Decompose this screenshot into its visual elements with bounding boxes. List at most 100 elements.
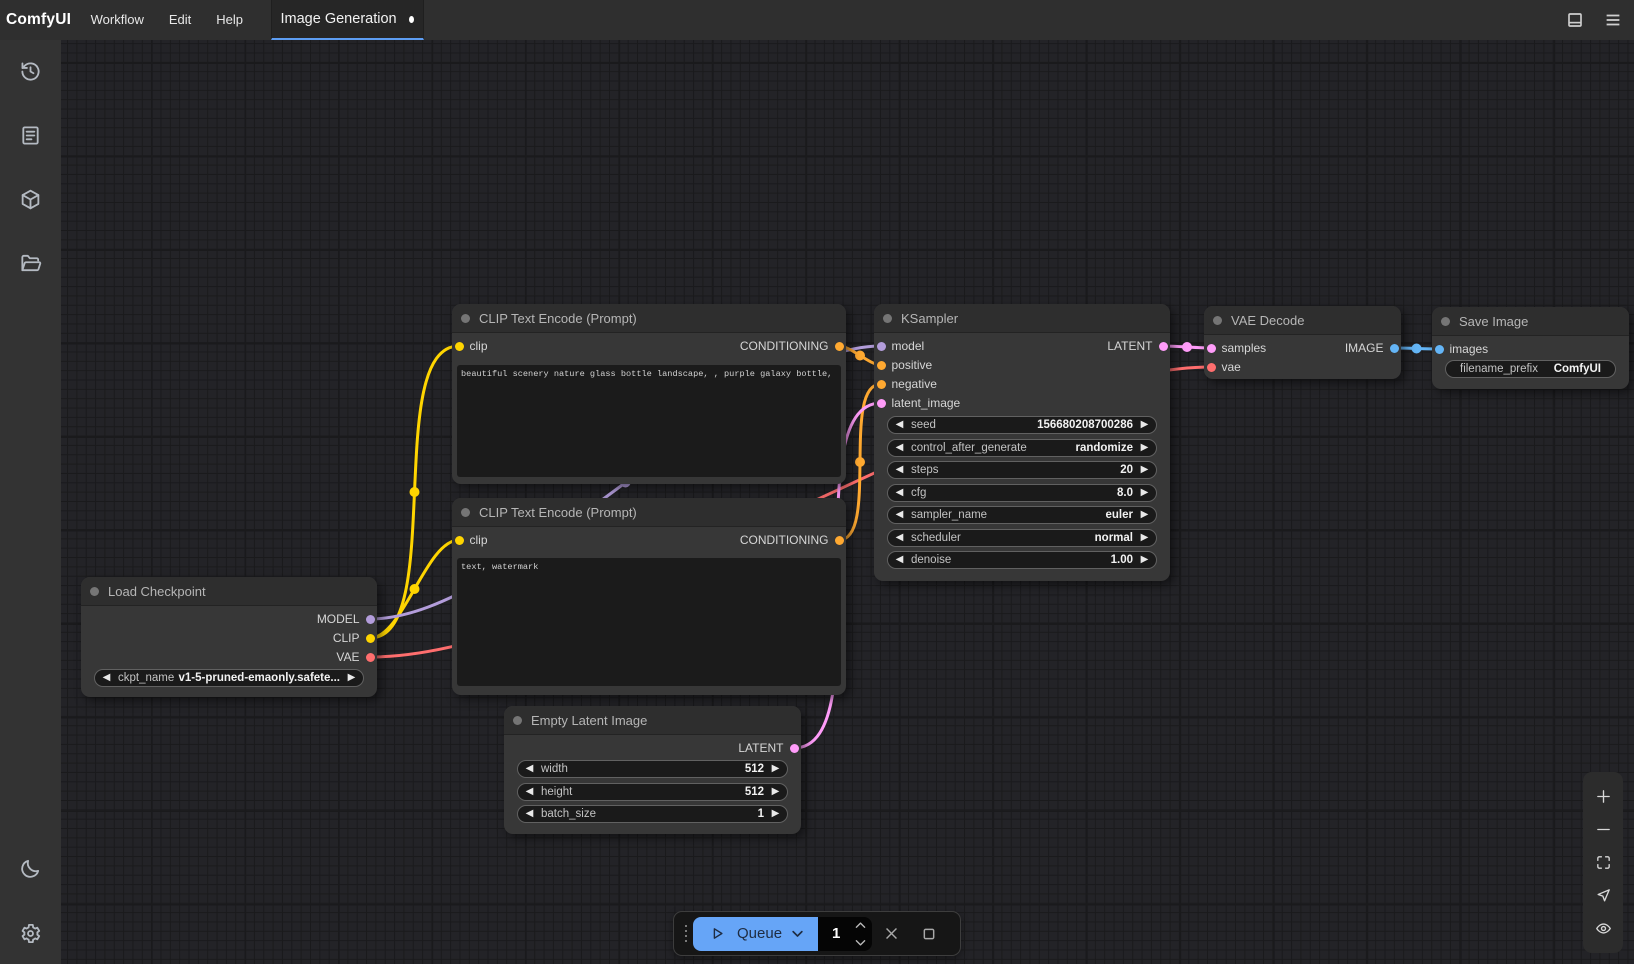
input-slot-positive[interactable]: positive xyxy=(877,358,933,372)
slot-dot[interactable] xyxy=(455,536,464,545)
prompt-textarea[interactable]: beautiful scenery nature glass bottle la… xyxy=(457,365,841,477)
widget-right-arrow-icon[interactable]: ▶ xyxy=(1133,416,1156,434)
theme-moon-icon[interactable] xyxy=(0,844,61,892)
panel-bottom-icon[interactable] xyxy=(1566,11,1584,29)
node-ksampler[interactable]: KSamplermodelpositivenegativelatent_imag… xyxy=(874,304,1170,581)
widget-cfg[interactable]: ◀cfg8.0▶ xyxy=(887,484,1157,502)
widget-denoise[interactable]: ◀denoise1.00▶ xyxy=(887,551,1157,569)
navigate-arrow-icon[interactable] xyxy=(1595,887,1612,904)
node-header[interactable]: Save Image xyxy=(1432,307,1629,336)
widget-right-arrow-icon[interactable]: ▶ xyxy=(1133,461,1156,479)
slot-dot[interactable] xyxy=(455,342,464,351)
node-header[interactable]: Load Checkpoint xyxy=(81,577,377,606)
zoom-in-icon[interactable] xyxy=(1595,788,1612,805)
slot-dot[interactable] xyxy=(1207,344,1216,353)
widget-left-arrow-icon[interactable]: ◀ xyxy=(888,506,911,524)
toggle-links-eye-icon[interactable] xyxy=(1595,920,1612,937)
output-slot-CLIP[interactable]: CLIP xyxy=(333,631,375,645)
slot-dot[interactable] xyxy=(1390,344,1399,353)
zoom-out-icon[interactable] xyxy=(1595,821,1612,838)
slot-dot[interactable] xyxy=(1159,342,1168,351)
input-slot-vae[interactable]: vae xyxy=(1207,360,1241,374)
input-slot-images[interactable]: images xyxy=(1435,342,1489,356)
slot-dot[interactable] xyxy=(366,653,375,662)
clear-x-icon[interactable] xyxy=(872,925,910,942)
node-clip-text-encode-negative[interactable]: CLIP Text Encode (Prompt) clip CONDITIONIN… xyxy=(452,498,846,695)
fit-view-icon[interactable] xyxy=(1595,854,1612,871)
widget-left-arrow-icon[interactable]: ◀ xyxy=(95,669,118,687)
slot-dot[interactable] xyxy=(366,615,375,624)
slot-dot[interactable] xyxy=(877,342,886,351)
node-library-icon[interactable] xyxy=(0,111,61,159)
drag-handle-dots[interactable] xyxy=(679,925,693,943)
widget-scheduler[interactable]: ◀schedulernormal▶ xyxy=(887,529,1157,547)
menu-icon[interactable] xyxy=(1604,11,1622,29)
output-slot-VAE[interactable]: VAE xyxy=(336,650,374,664)
widget-left-arrow-icon[interactable]: ◀ xyxy=(518,760,541,778)
node-header[interactable]: CLIP Text Encode (Prompt) xyxy=(452,498,846,527)
node-header[interactable]: Empty Latent Image xyxy=(504,706,801,735)
input-slot-clip[interactable]: clip xyxy=(455,533,488,547)
slot-dot[interactable] xyxy=(877,399,886,408)
input-slot-model[interactable]: model xyxy=(877,339,925,353)
node-load-checkpoint[interactable]: Load Checkpoint MODEL CLIP VAE ◀ckpt_namev1-… xyxy=(81,577,377,697)
widget-right-arrow-icon[interactable]: ▶ xyxy=(764,783,787,801)
widget-right-arrow-icon[interactable]: ▶ xyxy=(340,669,363,687)
widget-right-arrow-icon[interactable]: ▶ xyxy=(764,760,787,778)
widget-right-arrow-icon[interactable]: ▶ xyxy=(764,805,787,823)
menu-help[interactable]: Help xyxy=(204,0,256,40)
slot-dot[interactable] xyxy=(877,380,886,389)
settings-gear-icon[interactable] xyxy=(0,909,61,957)
output-slot-LATENT[interactable]: LATENT xyxy=(738,741,798,755)
input-slot-clip[interactable]: clip xyxy=(455,339,488,353)
collapse-dot[interactable] xyxy=(461,508,470,517)
widget-ckpt_name[interactable]: ◀ckpt_namev1-5-pruned-emaonly.safete...▶ xyxy=(94,669,364,687)
widget-left-arrow-icon[interactable]: ◀ xyxy=(888,416,911,434)
prompt-textarea[interactable]: text, watermark xyxy=(457,558,841,686)
history-icon[interactable] xyxy=(0,47,61,95)
slot-dot[interactable] xyxy=(790,744,799,753)
widget-right-arrow-icon[interactable]: ▶ xyxy=(1133,484,1156,502)
slot-dot[interactable] xyxy=(835,342,844,351)
widget-right-arrow-icon[interactable]: ▶ xyxy=(1133,439,1156,457)
output-slot-CONDITIONING[interactable]: CONDITIONING xyxy=(740,533,844,547)
node-empty-latent-image[interactable]: Empty Latent Image LATENT ◀width512▶ ◀heigh… xyxy=(504,706,801,834)
widget-left-arrow-icon[interactable]: ◀ xyxy=(888,529,911,547)
widget-right-arrow-icon[interactable]: ▶ xyxy=(1133,506,1156,524)
input-slot-negative[interactable]: negative xyxy=(877,377,937,391)
node-header[interactable]: KSampler xyxy=(874,304,1170,333)
stop-square-icon[interactable] xyxy=(910,926,948,942)
collapse-dot[interactable] xyxy=(461,314,470,323)
workflows-folder-icon[interactable] xyxy=(0,239,61,287)
queue-button[interactable]: Queue xyxy=(693,917,818,951)
collapse-dot[interactable] xyxy=(90,587,99,596)
widget-left-arrow-icon[interactable]: ◀ xyxy=(888,439,911,457)
widget-width[interactable]: ◀width512▶ xyxy=(517,760,788,778)
slot-dot[interactable] xyxy=(1435,345,1444,354)
node-clip-text-encode-positive[interactable]: CLIP Text Encode (Prompt) clip CONDITIONIN… xyxy=(452,304,846,484)
widget-seed[interactable]: ◀seed156680208700286▶ xyxy=(887,416,1157,434)
widget-left-arrow-icon[interactable]: ◀ xyxy=(888,484,911,502)
node-header[interactable]: CLIP Text Encode (Prompt) xyxy=(452,304,846,333)
widget-left-arrow-icon[interactable]: ◀ xyxy=(888,461,911,479)
collapse-dot[interactable] xyxy=(513,716,522,725)
output-slot-CONDITIONING[interactable]: CONDITIONING xyxy=(740,339,844,353)
widget-right-arrow-icon[interactable]: ▶ xyxy=(1133,551,1156,569)
menu-workflow[interactable]: Workflow xyxy=(78,0,156,40)
collapse-dot[interactable] xyxy=(1441,317,1450,326)
widget-left-arrow-icon[interactable]: ◀ xyxy=(518,805,541,823)
menu-edit[interactable]: Edit xyxy=(156,0,203,40)
batch-count-input[interactable]: 1 xyxy=(818,917,872,951)
widget-left-arrow-icon[interactable]: ◀ xyxy=(518,783,541,801)
batch-steppers[interactable] xyxy=(855,921,866,947)
workflow-tab[interactable]: Image Generation xyxy=(271,0,424,40)
widget-height[interactable]: ◀height512▶ xyxy=(517,783,788,801)
node-save-image[interactable]: Save Image images filename_prefixComfyUI xyxy=(1432,307,1629,389)
input-slot-samples[interactable]: samples xyxy=(1207,341,1267,355)
slot-dot[interactable] xyxy=(835,536,844,545)
output-slot-MODEL[interactable]: MODEL xyxy=(317,612,375,626)
collapse-dot[interactable] xyxy=(883,314,892,323)
widget-filename_prefix[interactable]: filename_prefixComfyUI xyxy=(1445,360,1616,378)
widget-control_after_generate[interactable]: ◀control_after_generaterandomize▶ xyxy=(887,439,1157,457)
slot-dot[interactable] xyxy=(366,634,375,643)
